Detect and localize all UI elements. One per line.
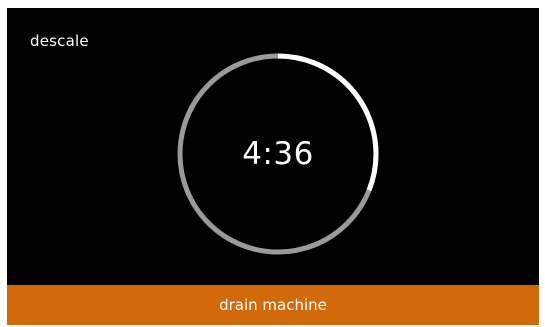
time-remaining: 4:36 bbox=[242, 136, 314, 172]
screen-title: descale bbox=[30, 32, 89, 50]
drain-machine-button[interactable]: drain machine bbox=[7, 285, 539, 325]
device-screen: descale 4:36 drain machine bbox=[7, 8, 539, 325]
countdown-timer: 4:36 bbox=[175, 51, 381, 257]
